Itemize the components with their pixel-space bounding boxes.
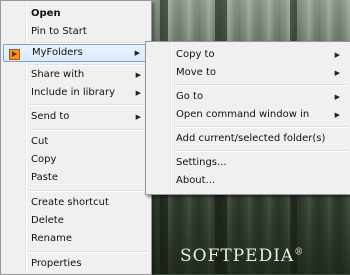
submenu-arrow-icon: ▶ <box>334 51 340 59</box>
submenu-arrow-icon: ▶ <box>334 93 340 101</box>
submenu-item-move-to[interactable]: Move to ▶ <box>148 64 348 82</box>
menu-separator <box>29 190 149 192</box>
menu-item-cut[interactable]: Cut <box>3 133 149 151</box>
menu-separator <box>29 129 149 131</box>
submenu-arrow-icon: ▶ <box>334 69 340 77</box>
menu-separator <box>29 104 149 106</box>
menu-separator <box>174 126 348 128</box>
submenu-arrow-icon: ▶ <box>135 71 141 79</box>
menu-item-create-shortcut[interactable]: Create shortcut <box>3 194 149 212</box>
myfolders-submenu: Copy to ▶ Move to ▶ Go to ▶ Open command… <box>145 41 350 195</box>
menu-item-rename[interactable]: Rename <box>3 230 149 248</box>
menu-separator <box>174 150 348 152</box>
menu-separator <box>29 251 149 253</box>
submenu-arrow-icon: ▶ <box>334 111 340 119</box>
menu-item-delete[interactable]: Delete <box>3 212 149 230</box>
menu-item-send-to[interactable]: Send to ▶ <box>3 108 149 126</box>
menu-item-share-with[interactable]: Share with ▶ <box>3 66 149 84</box>
menu-item-copy[interactable]: Copy <box>3 151 149 169</box>
context-menu: Open Pin to Start MyFolders ▶ Share with… <box>0 0 152 275</box>
menu-item-open[interactable]: Open <box>3 5 149 23</box>
menu-item-properties[interactable]: Properties <box>3 255 149 273</box>
menu-item-pin-to-start[interactable]: Pin to Start <box>3 23 149 41</box>
menu-item-include-in-library[interactable]: Include in library ▶ <box>3 84 149 102</box>
submenu-item-settings[interactable]: Settings... <box>148 154 348 172</box>
menu-separator <box>174 84 348 86</box>
submenu-arrow-icon: ▶ <box>135 113 141 121</box>
submenu-item-open-command-window[interactable]: Open command window in ▶ <box>148 106 348 124</box>
submenu-arrow-icon: ▶ <box>135 89 141 97</box>
menu-item-myfolders[interactable]: MyFolders ▶ <box>3 44 149 62</box>
submenu-arrow-icon: ▶ <box>134 49 140 57</box>
watermark: SOFTPEDIA® <box>180 246 305 266</box>
submenu-item-about[interactable]: About... <box>148 172 348 190</box>
menu-item-paste[interactable]: Paste <box>3 169 149 187</box>
myfolders-icon <box>9 49 20 60</box>
submenu-item-add-current-folder[interactable]: Add current/selected folder(s) <box>148 130 348 148</box>
submenu-item-copy-to[interactable]: Copy to ▶ <box>148 46 348 64</box>
submenu-item-go-to[interactable]: Go to ▶ <box>148 88 348 106</box>
